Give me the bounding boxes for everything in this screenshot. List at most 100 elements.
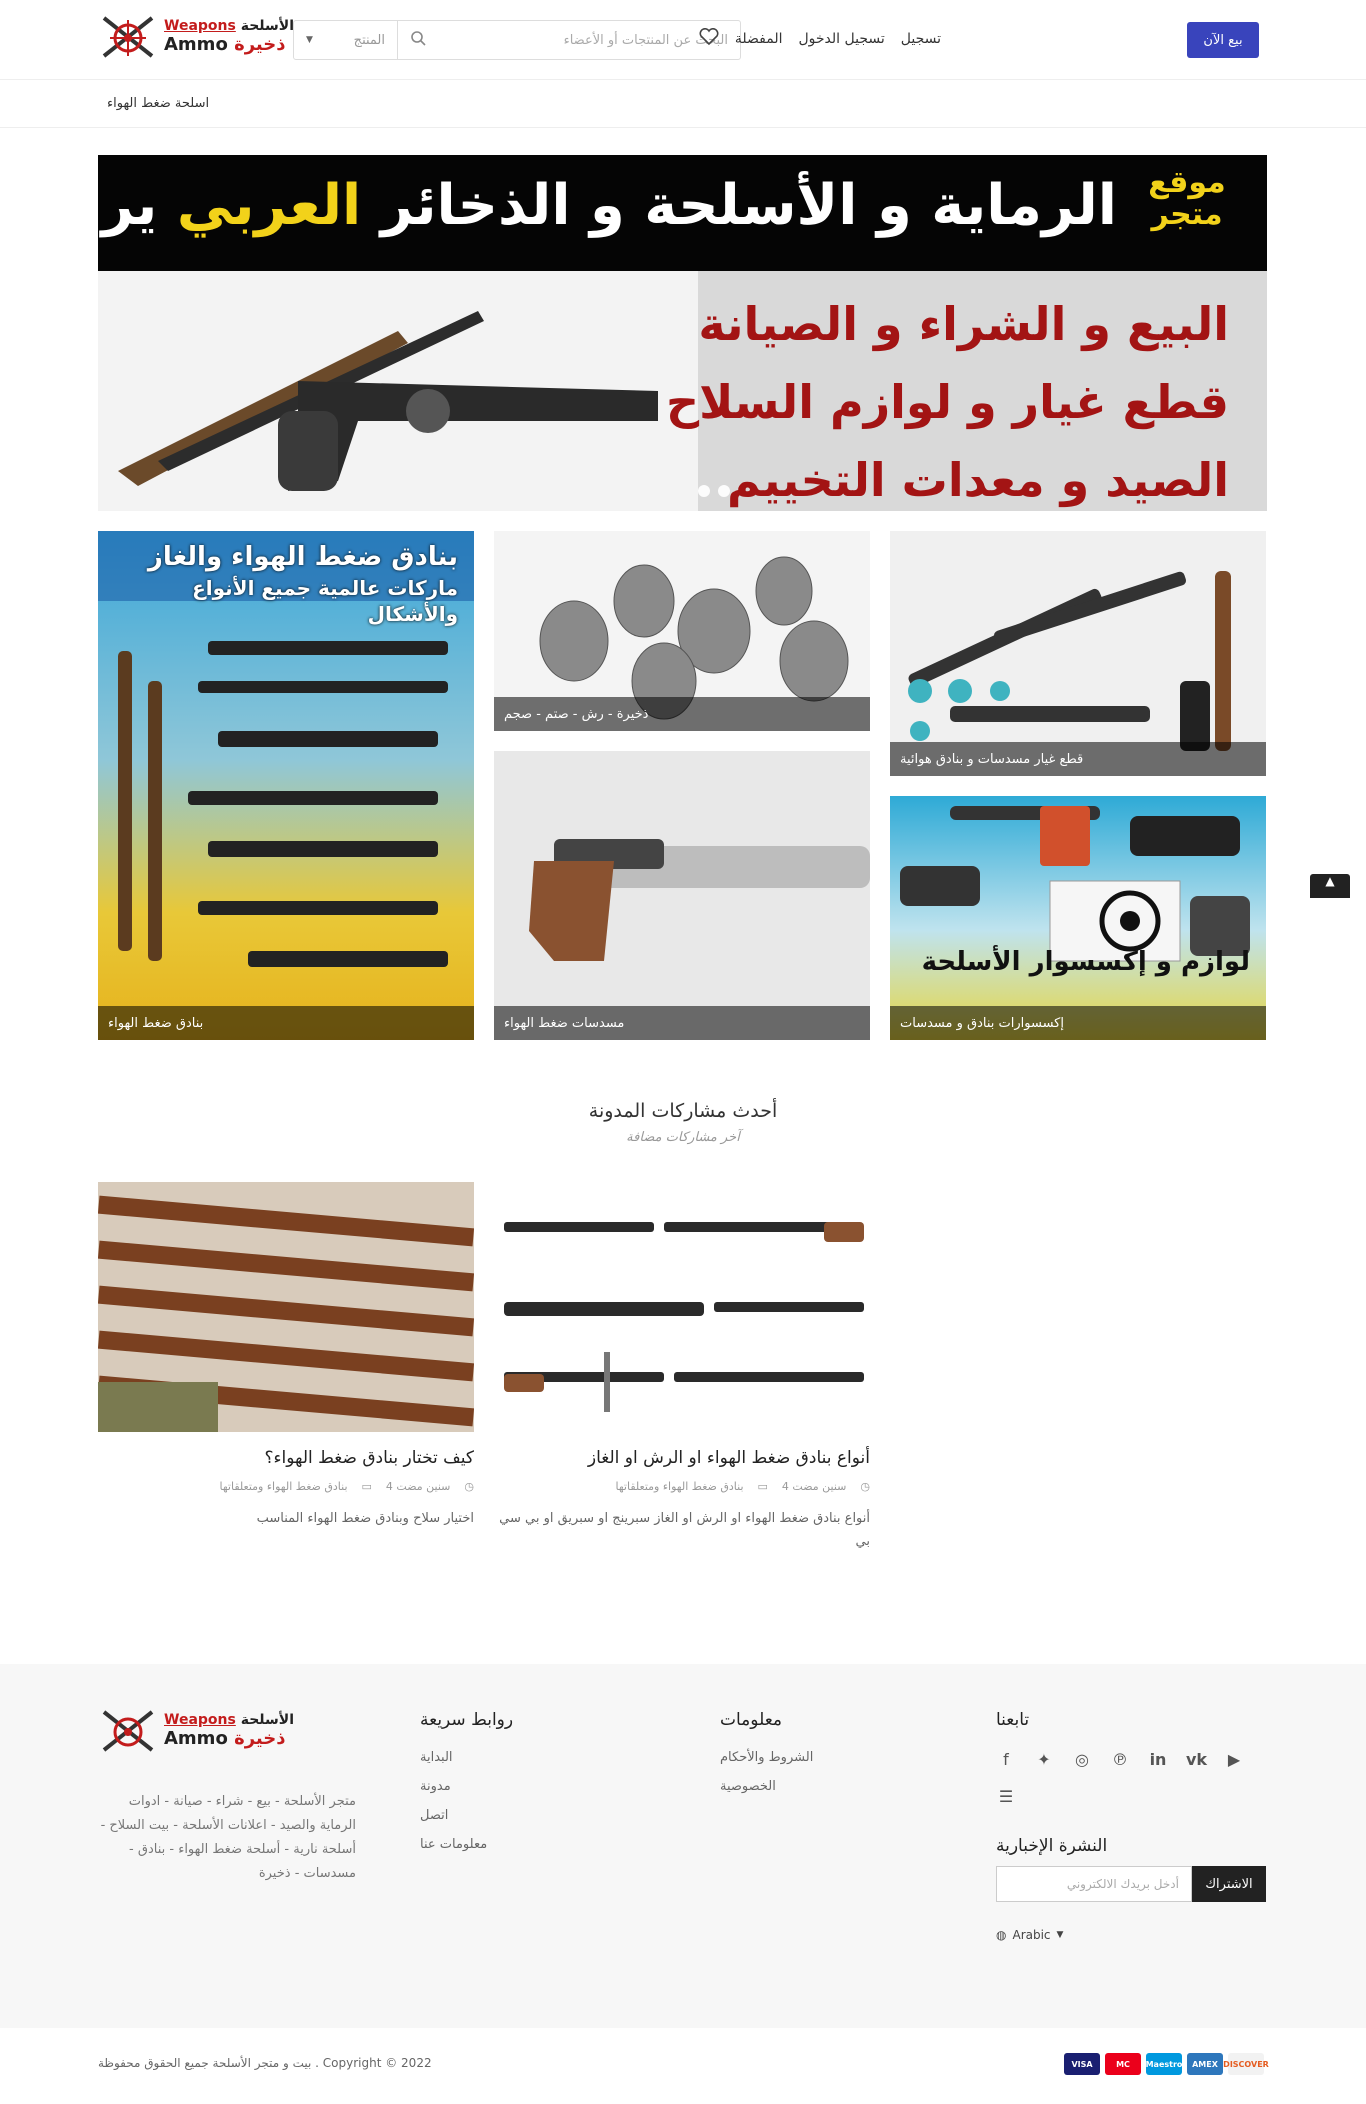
- footer-link-privacy[interactable]: الخصوصية: [720, 1779, 870, 1794]
- breadcrumb-bar: اسلحة ضغط الهواء: [0, 80, 1366, 128]
- accessories-image: [890, 796, 1266, 1040]
- folder-icon: ▭: [361, 1480, 372, 1493]
- breadcrumb[interactable]: اسلحة ضغط الهواء: [107, 96, 209, 111]
- pinterest-icon[interactable]: ℗: [1110, 1750, 1130, 1769]
- footer-link-contact[interactable]: اتصل: [420, 1808, 570, 1823]
- vk-icon[interactable]: vk: [1186, 1750, 1207, 1769]
- slider-dots: [698, 485, 730, 497]
- hero-guns-image: [98, 271, 698, 511]
- blog-post-title[interactable]: أنواع بنادق ضغط الهواء او الرش او الغاز: [494, 1448, 870, 1468]
- search-bar: ▼ المنتج البحث عن المنتجات أو الأعضاء: [293, 20, 741, 60]
- air-pistol-image: [494, 751, 870, 1040]
- search-input[interactable]: البحث عن المنتجات أو الأعضاء: [398, 21, 740, 59]
- logo-ammo-ar: ذخيرة: [234, 1727, 286, 1749]
- blog-post-image[interactable]: [494, 1182, 870, 1432]
- category-accessories[interactable]: لوازم و إكسسوار الأسلحة إكسسوارات بنادق …: [890, 796, 1266, 1040]
- language-value: Arabic: [1012, 1928, 1051, 1942]
- blog-post-category[interactable]: بنادق ضغط الهواء ومتعلقاتها: [616, 1480, 744, 1493]
- hero-badge: موقع متجر: [1148, 165, 1226, 232]
- blog-post-image[interactable]: [98, 1182, 474, 1432]
- hero-headline-yellow: العربي: [176, 173, 362, 238]
- hero-banner[interactable]: موقع متجر الرماية و الأسلحة و الذخائر ال…: [98, 155, 1267, 511]
- blog-post-card: كيف تختار بنادق ضغط الهواء؟ ◷ سنين مضت 4…: [98, 1182, 474, 1530]
- hero-headline-end: يرحب بك: [98, 173, 158, 238]
- air-rifles-heading: بنادق ضغط الهواء والغاز ماركات عالمية جم…: [98, 541, 458, 627]
- logo-ammo: Ammo: [164, 1727, 228, 1749]
- search-icon[interactable]: [410, 30, 426, 50]
- logo-weapons-ar: الأسلحة: [240, 1712, 294, 1729]
- hero-lines: البيع و الشراء و الصيانة قطع غيار و لواز…: [666, 285, 1229, 511]
- visa-card-icon: VISA: [1064, 2053, 1100, 2075]
- favorites-link[interactable]: المفضلة: [735, 31, 783, 47]
- accessories-heading-1: لوازم و إكسسوار الأسلحة: [921, 947, 1250, 977]
- discover-card-icon: DISCOVER: [1223, 2053, 1269, 2075]
- blog-post-title[interactable]: كيف تختار بنادق ضغط الهواء؟: [98, 1448, 475, 1468]
- youtube-icon[interactable]: ▶: [1224, 1750, 1244, 1769]
- category-caption: مسدسات ضغط الهواء: [494, 1006, 870, 1040]
- category-air-rifles[interactable]: بنادق ضغط الهواء والغاز ماركات عالمية جم…: [98, 531, 474, 1040]
- category-ammo[interactable]: ذخيرة - رش - صتم - صجم: [494, 531, 870, 731]
- newsletter-email-input[interactable]: أدخل بريدك الالكتروني: [996, 1866, 1192, 1902]
- blog-post-card: أنواع بنادق ضغط الهواء او الرش او الغاز …: [494, 1182, 870, 1554]
- globe-icon: ◍: [996, 1928, 1007, 1942]
- footer-link-blog[interactable]: مدونة: [420, 1779, 570, 1794]
- chevron-down-icon: ▼: [1056, 1930, 1064, 1940]
- footer-info-title: معلومات: [720, 1710, 783, 1730]
- slider-dot[interactable]: [698, 485, 710, 497]
- hero-headline-white: الرماية و الأسلحة و الذخائر: [380, 173, 1117, 238]
- spare-parts-image: [890, 531, 1266, 776]
- folder-icon: ▭: [757, 1480, 768, 1493]
- category-caption: قطع غيار مسدسات و بنادق هوائية: [890, 742, 1266, 776]
- blog-section-subtitle: آخر مشاركات مضافة: [626, 1130, 740, 1145]
- newsletter-subscribe-button[interactable]: الاشتراك: [1192, 1866, 1266, 1902]
- blog-post-category[interactable]: بنادق ضغط الهواء ومتعلقاتها: [220, 1480, 348, 1493]
- footer-quick-links-title: روابط سريعة: [420, 1710, 514, 1730]
- chevron-down-icon: ▼: [306, 35, 313, 45]
- newsletter-title: النشرة الإخبارية: [996, 1836, 1108, 1856]
- footer-link-terms[interactable]: الشروط والأحكام: [720, 1750, 870, 1765]
- crosshair-logo-icon: [98, 12, 158, 62]
- sell-now-button[interactable]: بيع الآن: [1187, 22, 1259, 58]
- scroll-to-top-button[interactable]: ▲: [1310, 874, 1350, 898]
- footer-follow-title: تابعنا: [996, 1710, 1030, 1730]
- category-parts[interactable]: قطع غيار مسدسات و بنادق هوائية: [890, 531, 1266, 776]
- category-caption: إكسسوارات بنادق و مسدسات: [890, 1006, 1266, 1040]
- linkedin-icon[interactable]: in: [1148, 1750, 1168, 1769]
- logo-weapons-ar: الأسلحة: [240, 18, 294, 35]
- footer-link-home[interactable]: البداية: [420, 1750, 570, 1765]
- site-header: Weapons الأسلحة Ammo ذخيرة ▼ المنتج البح…: [0, 0, 1366, 80]
- logo-weapons: Weapons: [164, 18, 236, 35]
- category-air-pistols[interactable]: مسدسات ضغط الهواء: [494, 751, 870, 1040]
- register-link[interactable]: تسجيل: [901, 31, 941, 47]
- footer-quick-links: روابط سريعة البداية مدونة اتصل معلومات ع…: [420, 1710, 570, 1866]
- footer-link-about[interactable]: معلومات عنا: [420, 1837, 570, 1852]
- crosshair-logo-icon: [98, 1706, 158, 1756]
- twitter-icon[interactable]: ✦: [1034, 1750, 1054, 1769]
- facebook-icon[interactable]: f: [996, 1750, 1016, 1769]
- hero-line-3: الصيد و معدات التخييم: [727, 453, 1229, 507]
- blog-post-date: سنين مضت 4: [385, 1480, 451, 1493]
- rss-icon[interactable]: ☰: [996, 1787, 1016, 1806]
- newsletter-form: أدخل بريدك الالكتروني الاشتراك: [996, 1866, 1276, 1902]
- search-category-select[interactable]: ▼ المنتج: [294, 21, 398, 59]
- site-logo[interactable]: Weapons الأسلحة Ammo ذخيرة: [98, 12, 294, 62]
- hero-line-2: قطع غيار و لوازم السلاح: [666, 375, 1229, 429]
- blog-post-excerpt: أنواع بنادق ضغط الهواء او الرش او الغاز …: [499, 1511, 870, 1550]
- amex-card-icon: AMEX: [1187, 2053, 1223, 2075]
- language-selector[interactable]: ◍ Arabic ▼: [996, 1928, 1276, 1942]
- accessories-heading: لوازم و إكسسوار الأسلحة: [922, 946, 1250, 980]
- air-rifles-heading-2: ماركات عالمية جميع الأنواع والأشكال: [192, 575, 458, 626]
- login-link[interactable]: تسجيل الدخول: [798, 31, 884, 47]
- payment-cards: VISA MC Maestro AMEX DISCOVER: [1064, 2053, 1269, 2075]
- footer-description: متجر الأسلحة - بيع - شراء - صيانة - ادوا…: [100, 1794, 356, 1882]
- footer-info: معلومات الشروط والأحكام الخصوصية: [720, 1710, 870, 1808]
- logo-weapons: Weapons: [164, 1712, 236, 1729]
- header-nav: المفضلة تسجيل الدخول تسجيل: [699, 27, 941, 50]
- instagram-icon[interactable]: ◎: [1072, 1750, 1092, 1769]
- footer-logo[interactable]: Weapons الأسلحة Ammo ذخيرة: [98, 1706, 294, 1756]
- category-caption: بنادق ضغط الهواء: [98, 1006, 474, 1040]
- footer-follow: تابعنا f ✦ ◎ ℗ in vk ▶ ☰ النشرة الإخباري…: [996, 1710, 1276, 1942]
- heart-icon[interactable]: [699, 27, 719, 50]
- slider-dot[interactable]: [718, 485, 730, 497]
- logo-ammo-ar: ذخيرة: [234, 33, 286, 55]
